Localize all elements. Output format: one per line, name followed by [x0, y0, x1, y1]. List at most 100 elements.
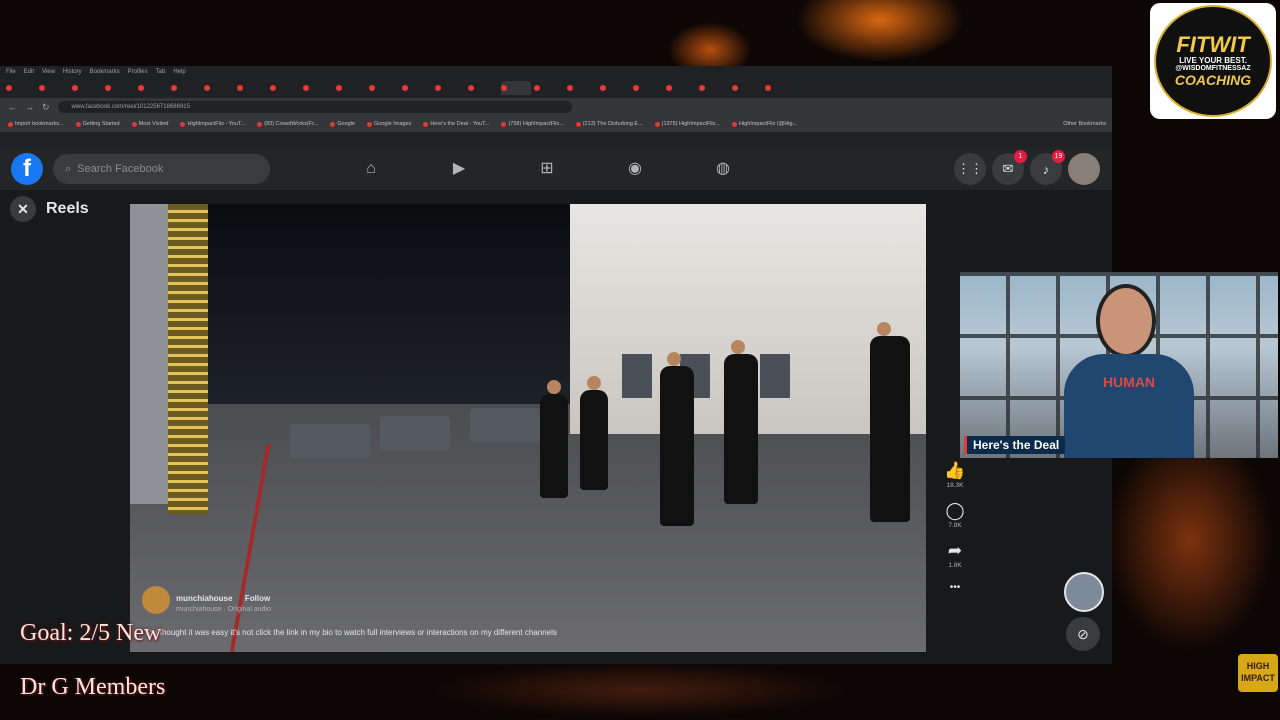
author-avatar[interactable]: [142, 586, 170, 614]
reel-video[interactable]: [130, 204, 926, 652]
notifications-badge: 19: [1052, 150, 1065, 163]
menu-edit[interactable]: Edit: [24, 69, 34, 75]
profile-avatar[interactable]: [1068, 153, 1100, 185]
bookmark-item[interactable]: (1375) HighImpactFlix...: [654, 121, 720, 127]
menu-grid-button[interactable]: ⋮⋮: [954, 153, 986, 185]
streamer-shirt: HUMAN: [1064, 354, 1194, 458]
bookmark-item[interactable]: HighImpactFlix - YouT...: [180, 121, 245, 127]
bookmark-label: HighImpactFlix - YouT...: [187, 121, 246, 127]
messenger-button[interactable]: ✉ 1: [992, 150, 1027, 185]
menu-file[interactable]: File: [6, 69, 16, 75]
bookmark-label: (758) HighImpactFlix...: [508, 121, 564, 127]
bookmark-icon: [131, 121, 137, 127]
browser-tab[interactable]: [6, 81, 36, 95]
browser-tab[interactable]: [369, 81, 399, 95]
like-count: 18.3K: [946, 482, 964, 489]
marketplace-icon[interactable]: ⊞: [536, 158, 558, 180]
browser-tab[interactable]: [138, 81, 168, 95]
reel-author: munchiahouse Follow munchiahouse · Origi…: [142, 586, 271, 614]
browser-tab[interactable]: [633, 81, 663, 95]
browser-tab[interactable]: [39, 81, 69, 95]
browser-tab[interactable]: [303, 81, 333, 95]
browser-tab[interactable]: [435, 81, 465, 95]
bookmark-item[interactable]: (213) The Disturbing E...: [575, 121, 643, 127]
menu-tab[interactable]: Tab: [156, 69, 166, 75]
close-button[interactable]: ✕: [10, 196, 36, 222]
menu-bookmarks[interactable]: Bookmarks: [90, 69, 120, 75]
officer-figure: [540, 380, 568, 498]
close-icon: ✕: [17, 200, 29, 217]
show-label: Here's the Deal: [964, 436, 1066, 454]
officer-figure: [580, 376, 608, 490]
url-input[interactable]: www.facebook.com/reel/1012256718686915: [57, 101, 572, 113]
browser-tab[interactable]: [732, 81, 762, 95]
notifications-button[interactable]: ♪ 19: [1030, 150, 1065, 185]
other-bookmarks[interactable]: Other Bookmarks: [1063, 121, 1106, 127]
more-button[interactable]: •••: [950, 582, 961, 593]
tab-favicon-icon: [138, 85, 144, 91]
menu-view[interactable]: View: [42, 69, 55, 75]
grid-icon: ⋮⋮: [957, 161, 983, 176]
browser-tab[interactable]: [171, 81, 201, 95]
search-input[interactable]: ⌕ Search Facebook: [53, 154, 270, 184]
home-icon[interactable]: ⌂: [360, 158, 382, 180]
bookmark-item[interactable]: Google: [330, 121, 355, 127]
webcam-feed: HUMAN Here's the Deal: [960, 272, 1278, 458]
browser-tab[interactable]: [72, 81, 102, 95]
streamer-head: [1096, 284, 1156, 358]
forward-icon[interactable]: →: [25, 102, 34, 112]
bookmark-item[interactable]: HighImpactFlix (@Hig...: [732, 121, 797, 127]
browser-tab[interactable]: [468, 81, 498, 95]
menu-profiles[interactable]: Profiles: [128, 69, 148, 75]
menu-help[interactable]: Help: [173, 69, 185, 75]
bookmarks-bar: Import bookmarks... Getting Started Most V…: [0, 116, 1112, 132]
comment-button[interactable]: ◯ 7.8K: [945, 502, 964, 530]
back-icon[interactable]: ←: [8, 102, 17, 112]
browser-tab[interactable]: [666, 81, 696, 95]
address-bar: ← → ↻ www.facebook.com/reel/101225671868…: [0, 98, 1112, 116]
browser-tab[interactable]: [270, 81, 300, 95]
browser-tab[interactable]: [105, 81, 135, 95]
tab-favicon-icon: [468, 85, 474, 91]
bookmark-item[interactable]: (758) HighImpactFlix...: [501, 121, 564, 127]
goal-line-1: Goal: 2/5 New: [20, 620, 162, 646]
groups-icon[interactable]: ◉: [624, 158, 646, 180]
video-icon[interactable]: ▶: [448, 158, 470, 180]
audio-label[interactable]: munchiahouse · Original audio: [176, 606, 271, 613]
menu-history[interactable]: History: [63, 69, 82, 75]
bookmark-label: HighImpactFlix (@Hig...: [739, 121, 798, 127]
facebook-logo[interactable]: f: [11, 153, 43, 185]
bookmark-item[interactable]: Here's the Deal - YouT...: [423, 121, 489, 127]
browser-tab[interactable]: [237, 81, 267, 95]
tab-favicon-icon: [633, 85, 639, 91]
browser-tab[interactable]: [336, 81, 366, 95]
tab-favicon-icon: [171, 85, 177, 91]
bookmark-item[interactable]: Import bookmarks...: [8, 121, 64, 127]
browser-tab[interactable]: [204, 81, 234, 95]
author-name[interactable]: munchiahouse: [176, 594, 232, 603]
browser-tab[interactable]: [600, 81, 630, 95]
browser-tab[interactable]: [765, 81, 795, 95]
bookmark-item[interactable]: Getting Started: [75, 121, 120, 127]
tab-favicon-icon: [303, 85, 309, 91]
thumbs-up-icon: 👍: [944, 461, 966, 480]
next-reel-avatar[interactable]: [1064, 572, 1104, 612]
header-actions: ⋮⋮ ✉ 1 ♪ 19: [954, 150, 1100, 185]
bookmark-item[interactable]: Google Images: [367, 121, 411, 127]
bookmark-item[interactable]: Most Visited: [131, 121, 168, 127]
fitwit-badge: FITWIT LIVE YOUR BEST. @WISDOMFITNESSAZ …: [1154, 5, 1272, 117]
browser-tab[interactable]: [699, 81, 729, 95]
browser-tab[interactable]: [501, 81, 531, 95]
tab-favicon-icon: [435, 85, 441, 91]
navigate-button[interactable]: ⊘: [1066, 617, 1100, 651]
tab-favicon-icon: [369, 85, 375, 91]
follow-button[interactable]: Follow: [245, 594, 270, 603]
browser-tab[interactable]: [567, 81, 597, 95]
share-button[interactable]: ➦ 1.8K: [948, 542, 962, 570]
reload-icon[interactable]: ↻: [42, 102, 50, 113]
gaming-icon[interactable]: ◍: [712, 158, 734, 180]
bookmark-item[interactable]: (83) CrowdWorks(Fr...: [257, 121, 318, 127]
browser-tab[interactable]: [402, 81, 432, 95]
like-button[interactable]: 👍 18.3K: [944, 461, 966, 490]
browser-tab[interactable]: [534, 81, 564, 95]
